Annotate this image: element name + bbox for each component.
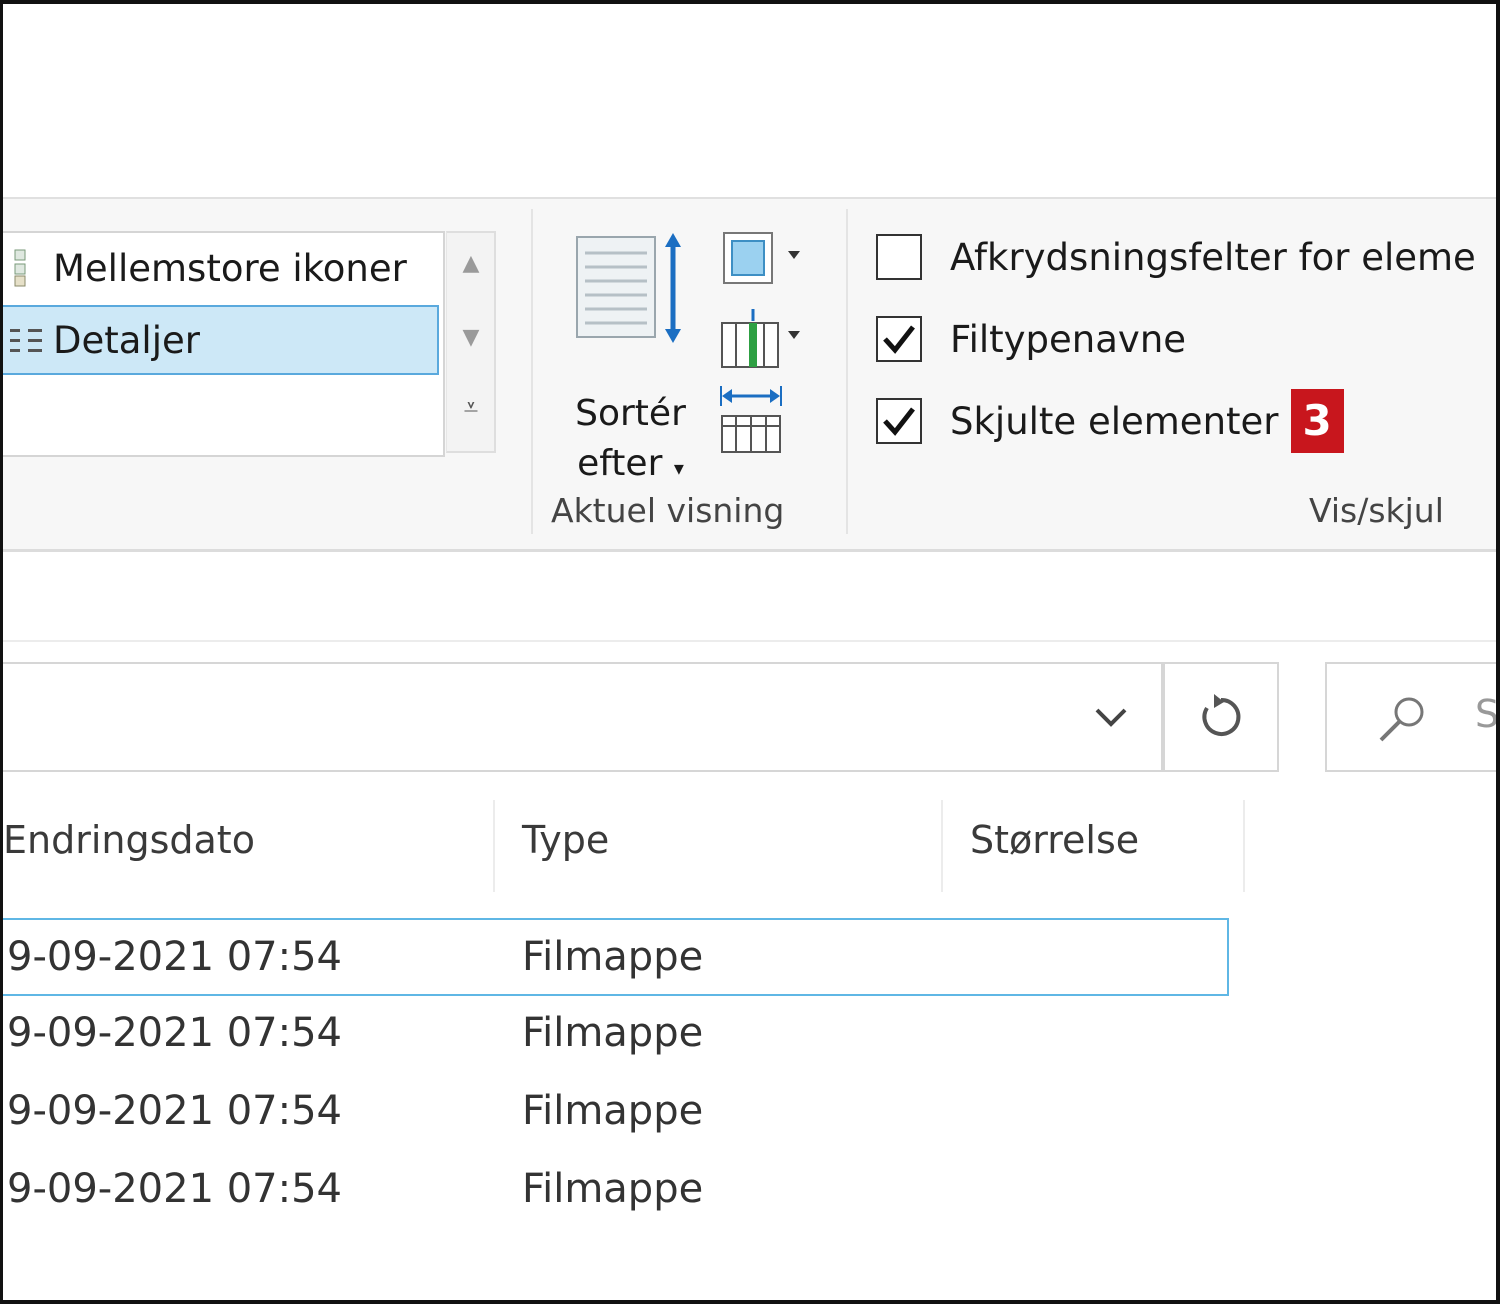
screenshot-frame — [0, 0, 1500, 1304]
